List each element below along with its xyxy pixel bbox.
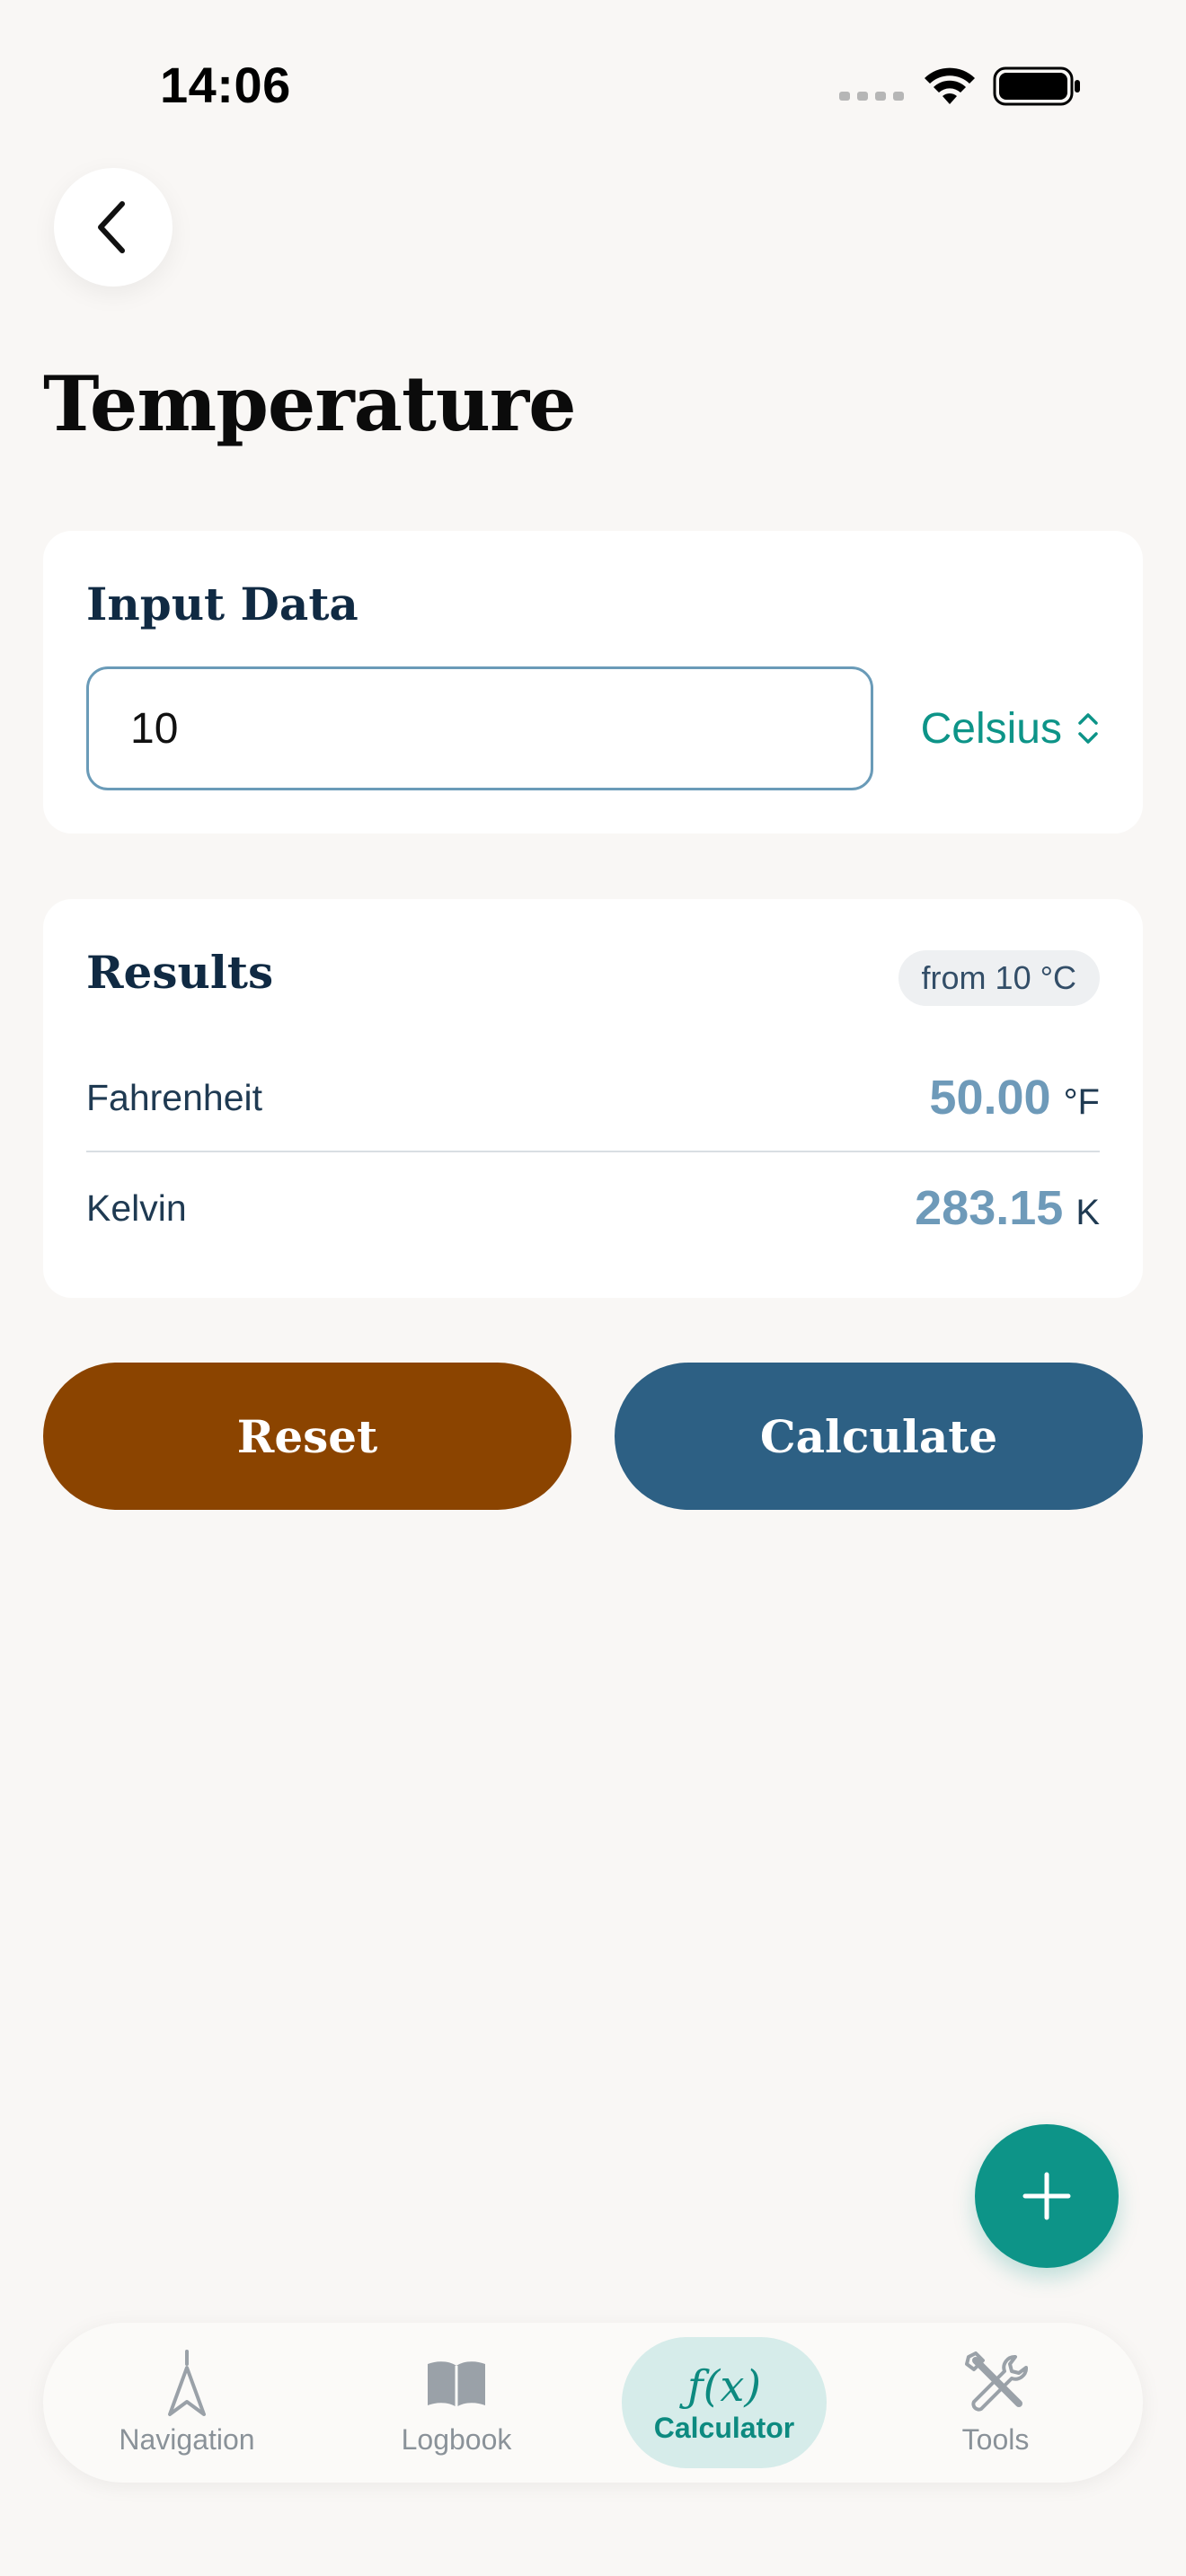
temperature-input[interactable]: 10 — [86, 666, 873, 790]
input-card-heading: Input Data — [86, 578, 358, 631]
result-unit: K — [1075, 1193, 1100, 1232]
page-title: Temperature — [43, 359, 577, 448]
navigation-icon — [164, 2349, 209, 2418]
result-row-fahrenheit: Fahrenheit 50.00 °F — [86, 1045, 1100, 1152]
plus-icon — [1022, 2172, 1071, 2220]
cellular-signal-icon — [839, 92, 904, 101]
unit-select[interactable]: Celsius — [921, 697, 1100, 760]
tab-bar: Navigation Logbook ƒ(x) Calculator Tools — [43, 2323, 1143, 2483]
unit-select-value: Celsius — [920, 704, 1062, 753]
tab-label: Navigation — [119, 2422, 255, 2456]
result-number: 50.00 — [929, 1071, 1051, 1125]
tools-icon — [963, 2350, 1028, 2418]
tab-label: Logbook — [401, 2422, 512, 2456]
tab-logbook[interactable]: Logbook — [322, 2323, 591, 2483]
function-icon: ƒ(x) — [686, 2360, 762, 2412]
result-unit: °F — [1063, 1082, 1100, 1122]
status-icons — [836, 65, 1105, 110]
tab-label: Tools — [961, 2422, 1030, 2456]
result-row-kelvin: Kelvin 283.15 K — [86, 1154, 1100, 1262]
book-icon — [424, 2350, 489, 2418]
result-label: Fahrenheit — [86, 1076, 263, 1118]
temperature-input-value: 10 — [130, 704, 179, 753]
add-button[interactable] — [975, 2124, 1119, 2268]
results-card: Results from 10 °C Fahrenheit 50.00 °F K… — [43, 899, 1143, 1298]
input-card: Input Data 10 Celsius — [43, 531, 1143, 834]
result-label: Kelvin — [86, 1187, 187, 1229]
result-number: 283.15 — [915, 1181, 1064, 1235]
reset-button[interactable]: Reset — [43, 1363, 571, 1510]
wifi-icon — [925, 67, 975, 104]
back-button[interactable] — [54, 168, 173, 287]
tab-calculator[interactable]: ƒ(x) Calculator — [589, 2323, 859, 2483]
result-value: 50.00 °F — [929, 1070, 1100, 1125]
chevron-up-down-icon — [1078, 713, 1098, 744]
chevron-left-icon — [98, 201, 125, 253]
source-badge: from 10 °C — [898, 950, 1100, 1006]
active-tab-pill: ƒ(x) Calculator — [622, 2337, 827, 2468]
calculate-button[interactable]: Calculate — [615, 1363, 1143, 1510]
tab-label: Calculator — [653, 2411, 795, 2444]
result-value: 283.15 K — [915, 1180, 1100, 1236]
battery-icon — [993, 66, 1080, 106]
tab-navigation[interactable]: Navigation — [52, 2323, 322, 2483]
status-time: 14:06 — [160, 57, 291, 113]
tab-tools[interactable]: Tools — [861, 2323, 1130, 2483]
results-card-heading: Results — [86, 946, 274, 999]
temperature-screen: 14:06 Temperature Input Data 10 Celsius — [0, 0, 1186, 2576]
